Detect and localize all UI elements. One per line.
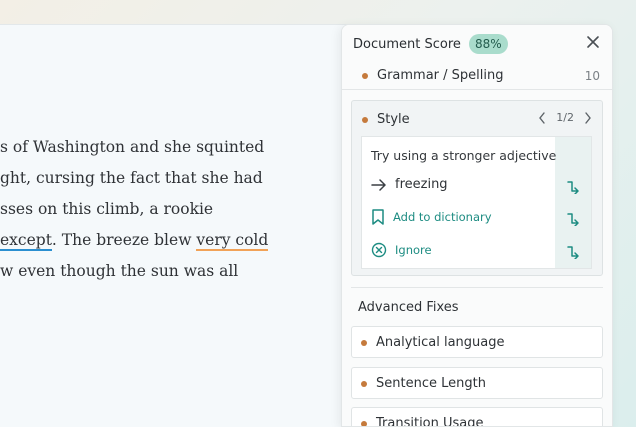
document-line: s of Washington and she squinted xyxy=(0,138,265,156)
add-to-dictionary-label: Add to dictionary xyxy=(393,210,492,224)
chevron-left-icon[interactable] xyxy=(538,111,546,124)
ignore-option[interactable]: Ignore xyxy=(371,242,432,258)
panel-title: Document Score xyxy=(353,37,461,52)
flagged-phrase-very-cold[interactable]: very cold xyxy=(196,231,269,251)
advanced-fix-label: Analytical language xyxy=(376,335,505,350)
x-circle-icon xyxy=(371,242,387,258)
category-dot xyxy=(362,73,368,79)
corner-down-right-icon xyxy=(567,181,579,194)
suggestion-box: Try using a stronger adjective freezing … xyxy=(361,136,592,269)
style-card: Style 1/2 Try using a stronger adjective… xyxy=(351,100,603,276)
document-line: w even though the sun was all xyxy=(0,262,239,280)
close-icon xyxy=(587,36,599,48)
grammar-spelling-count: 10 xyxy=(584,69,600,83)
apply-replacement-button[interactable] xyxy=(564,178,582,196)
advanced-fix-item[interactable]: Analytical language xyxy=(351,326,603,358)
advanced-fix-label: Sentence Length xyxy=(376,376,486,391)
category-dot xyxy=(362,117,368,123)
corner-down-right-icon xyxy=(567,213,579,226)
document-area[interactable]: s of Washington and she squinted ght, cu… xyxy=(0,24,352,427)
add-to-dictionary-option[interactable]: Add to dictionary xyxy=(371,209,492,225)
ignore-label: Ignore xyxy=(395,243,432,257)
section-divider xyxy=(351,287,603,288)
close-button[interactable] xyxy=(582,31,604,53)
advanced-fix-label: Transition Usage xyxy=(376,416,484,427)
suggestion-title: Try using a stronger adjective xyxy=(371,148,557,163)
document-line: ght, cursing the fact that she had xyxy=(0,169,263,187)
apply-add-to-dictionary-button[interactable] xyxy=(564,210,582,228)
category-dot xyxy=(361,381,367,387)
category-dot xyxy=(361,340,367,346)
chevron-right-icon[interactable] xyxy=(584,111,592,124)
flagged-word-except[interactable]: except xyxy=(0,231,52,251)
suggestion-pager: 1/2 xyxy=(538,111,592,124)
replacement-word: freezing xyxy=(395,177,448,192)
page-indicator: 1/2 xyxy=(556,111,574,124)
document-line: sses on this climb, a rookie xyxy=(0,200,214,218)
apply-ignore-button[interactable] xyxy=(564,243,582,261)
style-label: Style xyxy=(377,112,410,127)
bookmark-icon xyxy=(372,209,384,225)
advanced-fix-item[interactable]: Transition Usage xyxy=(351,407,603,427)
document-line: except. The breeze blew very cold xyxy=(0,231,269,251)
grammar-spelling-label: Grammar / Spelling xyxy=(377,68,504,83)
category-dot xyxy=(361,421,367,426)
score-badge: 88% xyxy=(469,34,508,54)
advanced-fixes-title: Advanced Fixes xyxy=(358,300,459,315)
arrow-right-icon xyxy=(371,178,386,191)
corner-down-right-icon xyxy=(567,246,579,259)
advanced-fix-item[interactable]: Sentence Length xyxy=(351,367,603,399)
panel-header: Document Score 88% xyxy=(342,25,612,65)
document-text[interactable]: s of Washington and she squinted ght, cu… xyxy=(0,132,269,287)
replacement-option[interactable]: freezing xyxy=(371,177,448,192)
grammar-spelling-row[interactable]: Grammar / Spelling 10 xyxy=(342,65,612,90)
document-score-panel: Document Score 88% Grammar / Spelling 10… xyxy=(341,24,613,427)
